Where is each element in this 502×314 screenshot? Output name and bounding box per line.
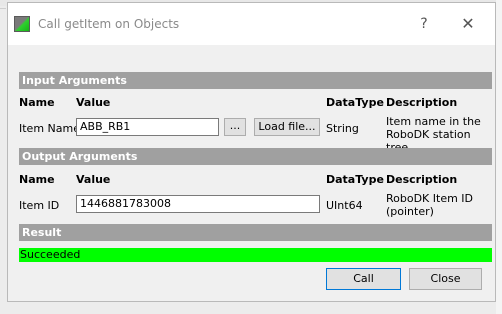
output-arg-description-line1: RoboDK Item ID <box>386 192 474 205</box>
help-button[interactable]: ? <box>412 14 436 34</box>
input-arg-description-line1: Item name in the <box>386 115 481 128</box>
output-col-value: Value <box>76 173 111 186</box>
window-title: Call getItem on Objects <box>38 17 180 31</box>
close-button[interactable]: Close <box>409 268 482 290</box>
call-getitem-dialog: Call getItem on Objects ? ✕ Input Argume… <box>7 2 496 302</box>
input-col-value: Value <box>76 96 111 109</box>
background-edge <box>496 0 502 314</box>
output-arguments-header: Output Arguments <box>19 148 492 165</box>
robodk-app-icon <box>14 16 30 32</box>
output-col-name: Name <box>19 173 55 186</box>
result-header: Result <box>19 224 492 241</box>
browse-button[interactable]: ... <box>224 118 246 136</box>
call-button[interactable]: Call <box>326 268 401 290</box>
output-col-datatype: DataType <box>326 173 384 186</box>
output-col-description: Description <box>386 173 458 186</box>
input-col-name: Name <box>19 96 55 109</box>
input-col-description: Description <box>386 96 458 109</box>
output-arg-datatype: UInt64 <box>326 199 363 212</box>
load-file-button[interactable]: Load file... <box>254 118 320 136</box>
input-arg-datatype: String <box>326 122 359 135</box>
output-arg-description-line2: (pointer) <box>386 205 434 218</box>
input-col-datatype: DataType <box>326 96 384 109</box>
input-arg-name: Item Name <box>19 122 80 135</box>
result-status-bar: Succeeded <box>19 248 492 262</box>
output-arg-name: Item ID <box>19 199 60 212</box>
input-arguments-header: Input Arguments <box>19 72 492 89</box>
close-window-icon[interactable]: ✕ <box>456 14 480 34</box>
background-divider <box>0 8 6 9</box>
title-bar: Call getItem on Objects ? ✕ <box>8 3 495 45</box>
item-name-input[interactable]: ABB_RB1 <box>76 118 219 136</box>
item-id-output[interactable]: 1446881783008 <box>76 195 320 213</box>
